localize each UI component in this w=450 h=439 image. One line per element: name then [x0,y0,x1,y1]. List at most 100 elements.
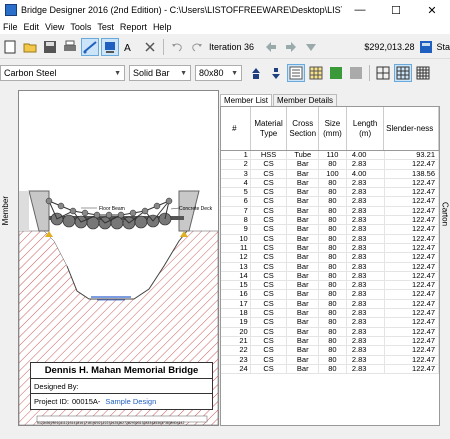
table-row[interactable]: 23 CS Bar 80 2.83 122.47 [221,355,439,365]
redo-icon[interactable] [188,38,206,56]
new-file-icon[interactable] [1,38,19,56]
table-row[interactable]: 10 CS Bar 80 2.83 122.47 [221,234,439,244]
tab-member-details[interactable]: Member Details [273,94,338,106]
minimize-button[interactable]: — [342,0,378,20]
table-row[interactable]: 2 CS Bar 80 2.83 122.47 [221,160,439,170]
table-cell: 122.47 [385,290,439,299]
col-header-size[interactable]: Size (mm) [319,107,347,150]
table-cell: 122.47 [385,327,439,336]
decrease-size-icon[interactable] [267,64,285,82]
open-folder-icon[interactable] [21,38,39,56]
col-header-slenderness[interactable]: Slender-ness [384,107,439,150]
grid-fine-icon[interactable] [414,64,432,82]
table-horizontal-scrollbar[interactable] [220,426,440,436]
table-row[interactable]: 3 CS Bar 100 4.00 138.56 [221,169,439,179]
window-title: Bridge Designer 2016 (2nd Edition) - C:\… [21,5,342,15]
carton-tab[interactable]: Carton [440,185,450,243]
table-row[interactable]: 16 CS Bar 80 2.83 122.47 [221,290,439,300]
calculator-icon[interactable] [417,38,435,56]
tab-member-list[interactable]: Member List [220,94,273,106]
table-cell: 122.47 [385,178,439,188]
col-header-number[interactable]: # [221,107,251,150]
draw-joints-icon[interactable] [81,37,99,56]
menu-test[interactable]: Test [97,22,114,32]
project-id-label: Project ID: [34,397,70,406]
close-button[interactable]: ✕ [414,0,450,20]
table-row[interactable]: 18 CS Bar 80 2.83 122.47 [221,309,439,319]
table-row[interactable]: 19 CS Bar 80 2.83 122.47 [221,318,439,328]
delete-icon[interactable] [141,38,159,56]
save-icon[interactable] [41,38,59,56]
member-properties-tab[interactable]: Member [0,185,10,237]
table-row[interactable]: 22 CS Bar 80 2.83 122.47 [221,346,439,356]
main-toolbar: A Iteration 36 $292,013.28 Sta [0,35,450,59]
maximize-button[interactable]: ☐ [378,0,414,20]
col-header-material[interactable]: Material Type [250,107,288,150]
material-select[interactable]: Carbon Steel ▼ [0,65,125,81]
table-cell: 2.83 [347,336,385,346]
show-members-icon[interactable] [327,64,345,82]
print-icon[interactable] [61,38,79,56]
table-row[interactable]: 12 CS Bar 80 2.83 122.47 [221,253,439,263]
project-id-row: Project ID: 00015A- Sample Design [31,394,212,409]
table-cell: 2.83 [347,243,385,253]
table-row[interactable]: 14 CS Bar 80 2.83 122.47 [221,271,439,282]
menu-report[interactable]: Report [120,22,147,32]
table-cell: 80 [319,216,347,225]
table-row[interactable]: 8 CS Bar 80 2.83 122.47 [221,216,439,226]
grid-coarse-icon[interactable] [374,64,392,82]
table-row[interactable]: 6 CS Bar 80 2.83 122.47 [221,197,439,207]
col-header-section[interactable]: Cross Section [287,107,320,150]
increase-size-icon[interactable] [247,64,265,82]
table-cell: 122.47 [385,299,439,309]
grid-medium-icon[interactable] [394,64,412,82]
table-cell: CS [251,299,288,309]
table-row[interactable]: 9 CS Bar 80 2.83 122.47 [221,225,439,235]
chevron-down-icon: ▼ [180,69,187,77]
title-block: Dennis H. Mahan Memorial Bridge Designed… [30,362,213,410]
forward-arrow-icon[interactable] [282,38,300,56]
table-cell: 80 [319,197,347,206]
table-row[interactable]: 4 CS Bar 80 2.83 122.47 [221,178,439,189]
member-tab-label: Member [0,196,10,226]
menu-view[interactable]: View [45,22,64,32]
back-arrow-icon[interactable] [262,38,280,56]
table-cell: CS [251,355,288,364]
table-cell: Bar [287,281,320,290]
table-row[interactable]: 24 CS Bar 80 2.83 122.47 [221,364,439,375]
table-row[interactable]: 1 HSS Tube 110 4.00 93.21 [221,151,439,161]
table-cell: CS [251,169,288,178]
show-forces-icon[interactable] [347,64,365,82]
menu-tools[interactable]: Tools [70,22,91,32]
member-list-icon[interactable] [287,64,305,82]
table-cell: 80 [319,188,347,197]
table-row[interactable]: 17 CS Bar 80 2.83 122.47 [221,299,439,310]
table-cell: 80 [319,364,347,374]
undo-icon[interactable] [168,38,186,56]
size-select[interactable]: 80x80 ▼ [195,65,242,81]
table-cell: Bar [287,327,320,336]
table-row[interactable]: 7 CS Bar 80 2.83 122.47 [221,206,439,217]
dropdown-arrow-icon[interactable] [302,38,320,56]
table-cell: CS [251,336,288,346]
draw-members-icon[interactable] [101,37,119,56]
table-vertical-scrollbar[interactable] [440,106,450,426]
table-row[interactable]: 21 CS Bar 80 2.83 122.47 [221,336,439,347]
floor-beam-label: Floor Beam [99,206,125,212]
table-row[interactable]: 11 CS Bar 80 2.83 122.47 [221,243,439,254]
menu-edit[interactable]: Edit [24,22,40,32]
select-tool-icon[interactable]: A [121,38,139,56]
menu-help[interactable]: Help [153,22,172,32]
table-row[interactable]: 20 CS Bar 80 2.83 122.47 [221,327,439,337]
col-header-length[interactable]: Length (m) [346,107,385,150]
table-row[interactable]: 15 CS Bar 80 2.83 122.47 [221,281,439,291]
menu-file[interactable]: File [3,22,18,32]
table-cell: 2.83 [347,225,385,234]
table-row[interactable]: 13 CS Bar 80 2.83 122.47 [221,262,439,272]
table-cell: 122.47 [385,243,439,253]
designed-by-row: Designed By: [31,379,212,394]
section-select[interactable]: Solid Bar ▼ [129,65,191,81]
table-row[interactable]: 5 CS Bar 80 2.83 122.47 [221,188,439,198]
member-table-icon[interactable] [307,64,325,82]
table-cell: 5 [221,188,251,197]
